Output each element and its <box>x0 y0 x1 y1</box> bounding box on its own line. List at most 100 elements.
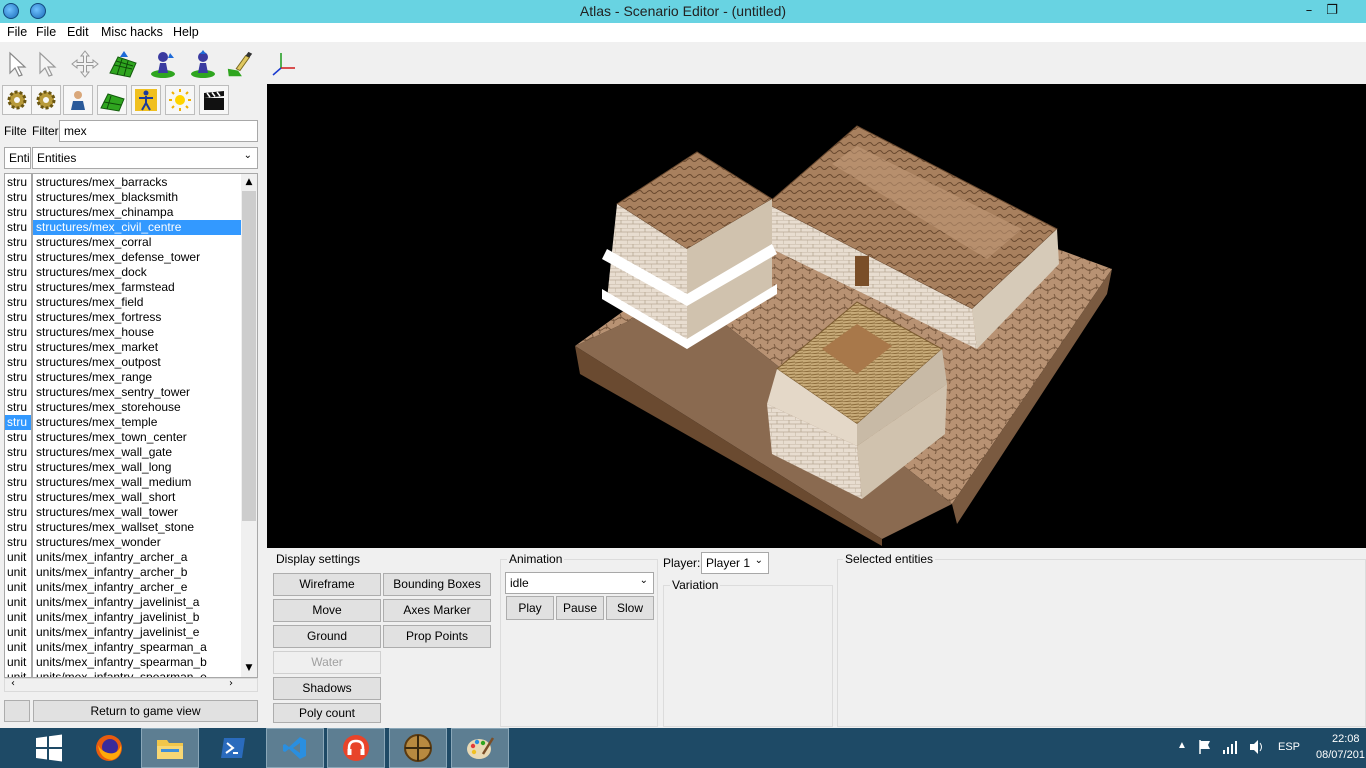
menu-file[interactable]: File <box>7 25 27 39</box>
file-explorer-icon[interactable] <box>141 728 199 768</box>
entity-list-item[interactable]: structures/mex_wallset_stone <box>33 520 241 535</box>
short-list-item[interactable]: stru <box>5 445 31 460</box>
flag-icon[interactable] <box>1198 739 1212 758</box>
short-list-item[interactable]: stru <box>5 190 31 205</box>
short-list-item[interactable]: stru <box>5 370 31 385</box>
entity-list[interactable]: structures/mex_barracks structures/mex_bl… <box>32 173 258 678</box>
gear-alt-icon[interactable] <box>31 85 61 115</box>
paint-icon[interactable] <box>451 728 509 768</box>
short-list-item[interactable]: stru <box>5 355 31 370</box>
short-list-item[interactable]: stru <box>5 265 31 280</box>
entity-list-item[interactable]: structures/mex_storehouse <box>33 400 241 415</box>
prop-points-button[interactable]: Prop Points <box>383 625 491 648</box>
vscode-icon[interactable] <box>266 728 324 768</box>
entity-list-item[interactable]: structures/mex_barracks <box>33 175 241 190</box>
short-list-item[interactable]: unit <box>5 655 31 670</box>
short-list-item[interactable]: stru <box>5 205 31 220</box>
paint-brush-icon[interactable] <box>225 49 255 79</box>
move-button[interactable]: Move <box>273 599 381 622</box>
wireframe-button[interactable]: Wireframe <box>273 573 381 596</box>
player-pawn-alt-icon[interactable] <box>188 49 218 79</box>
entity-list-item[interactable]: structures/mex_defense_tower <box>33 250 241 265</box>
short-list-item[interactable]: unit <box>5 625 31 640</box>
axes-marker-button[interactable]: Axes Marker <box>383 599 491 622</box>
ground-button[interactable]: Ground <box>273 625 381 648</box>
scroll-down-icon[interactable]: ▼ <box>241 660 257 676</box>
short-list-item[interactable]: stru <box>5 505 31 520</box>
zero-ad-icon[interactable] <box>389 728 447 768</box>
short-list-item[interactable]: stru <box>5 295 31 310</box>
entity-list-item[interactable]: structures/mex_dock <box>33 265 241 280</box>
short-list-item[interactable]: stru <box>5 400 31 415</box>
short-list-item[interactable]: stru <box>5 490 31 505</box>
powershell-icon[interactable] <box>204 728 262 768</box>
entity-list-item[interactable]: structures/mex_field <box>33 295 241 310</box>
short-list-item[interactable]: stru <box>5 415 31 430</box>
person-icon[interactable] <box>63 85 93 115</box>
short-list-item[interactable]: stru <box>5 175 31 190</box>
filter-input[interactable]: mex <box>59 120 258 142</box>
animation-select[interactable]: idle ⌄ <box>505 572 654 594</box>
entity-list-item[interactable]: units/mex_infantry_archer_a <box>33 550 241 565</box>
axes-icon[interactable] <box>268 49 298 79</box>
player-select[interactable]: Player 1 ⌄ <box>701 552 769 574</box>
move-cross-icon[interactable] <box>70 49 100 79</box>
short-list-item[interactable]: unit <box>5 580 31 595</box>
entity-list-item[interactable]: structures/mex_farmstead <box>33 280 241 295</box>
clapper-icon[interactable] <box>199 85 229 115</box>
short-list-item[interactable]: stru <box>5 430 31 445</box>
restore-button[interactable]: ❐ <box>1319 0 1345 22</box>
headphones-app-icon[interactable] <box>327 728 385 768</box>
clock-date[interactable]: 08/07/201 <box>1316 749 1366 761</box>
figure-icon[interactable] <box>131 85 161 115</box>
short-list-item[interactable]: unit <box>5 610 31 625</box>
short-list-item[interactable]: stru <box>5 235 31 250</box>
blank-button[interactable] <box>4 700 30 722</box>
short-list-item[interactable]: stru <box>5 535 31 550</box>
shadows-button[interactable]: Shadows <box>273 677 381 700</box>
entity-list-item[interactable]: structures/mex_blacksmith <box>33 190 241 205</box>
entity-list-item[interactable]: units/mex_infantry_archer_b <box>33 565 241 580</box>
entity-list-item[interactable]: units/mex_infantry_javelinist_a <box>33 595 241 610</box>
short-list-item[interactable]: stru <box>5 250 31 265</box>
entity-list-item[interactable]: structures/mex_wall_short <box>33 490 241 505</box>
pause-button[interactable]: Pause <box>556 596 604 620</box>
short-list-item[interactable]: stru <box>5 460 31 475</box>
entity-list-item[interactable]: structures/mex_sentry_tower <box>33 385 241 400</box>
type-select[interactable]: Entities ⌄ <box>32 147 258 169</box>
short-list-item[interactable]: unit <box>5 550 31 565</box>
tray-chevron-up-icon[interactable]: ▲ <box>1177 740 1187 751</box>
network-icon[interactable] <box>1222 739 1238 758</box>
scroll-left-icon[interactable]: ‹ <box>11 678 15 689</box>
short-list-item[interactable]: stru <box>5 475 31 490</box>
entity-list-item[interactable]: structures/mex_wonder <box>33 535 241 550</box>
short-list-item[interactable]: stru <box>5 520 31 535</box>
short-list-item[interactable]: stru <box>5 280 31 295</box>
entity-list-item[interactable]: structures/mex_town_center <box>33 430 241 445</box>
scroll-right-icon[interactable]: › <box>229 678 233 689</box>
short-list-item[interactable]: unit <box>5 595 31 610</box>
play-button[interactable]: Play <box>506 596 554 620</box>
short-list-item[interactable]: stru <box>5 310 31 325</box>
gear-icon[interactable] <box>2 85 32 115</box>
entity-list-item[interactable]: structures/mex_outpost <box>33 355 241 370</box>
short-list-item[interactable]: unit <box>5 670 31 677</box>
select-arrow-icon[interactable] <box>3 49 33 79</box>
entity-short-list[interactable]: stru stru stru stru stru stru stru stru stru stru… <box>4 173 32 678</box>
menu-file-2[interactable]: File <box>36 25 56 39</box>
select-arrow-alt-icon[interactable] <box>33 49 63 79</box>
slow-button[interactable]: Slow <box>606 596 654 620</box>
bounding-boxes-button[interactable]: Bounding Boxes <box>383 573 491 596</box>
entity-list-item[interactable]: structures/mex_wall_gate <box>33 445 241 460</box>
short-list-item[interactable]: stru <box>5 340 31 355</box>
entity-list-scrollbar[interactable]: ▲ ▼ <box>241 174 257 677</box>
entity-list-item[interactable]: structures/mex_chinampa <box>33 205 241 220</box>
entity-list-item[interactable]: structures/mex_wall_medium <box>33 475 241 490</box>
entity-list-item[interactable]: structures/mex_civil_centre <box>33 220 241 235</box>
type-select-short[interactable]: Enti <box>4 147 31 169</box>
scroll-up-icon[interactable]: ▲ <box>241 174 257 190</box>
entity-list-item[interactable]: structures/mex_market <box>33 340 241 355</box>
menu-misc-hacks[interactable]: Misc hacks <box>101 25 163 39</box>
language-indicator[interactable]: ESP <box>1278 741 1300 753</box>
short-list-item[interactable]: stru <box>5 220 31 235</box>
